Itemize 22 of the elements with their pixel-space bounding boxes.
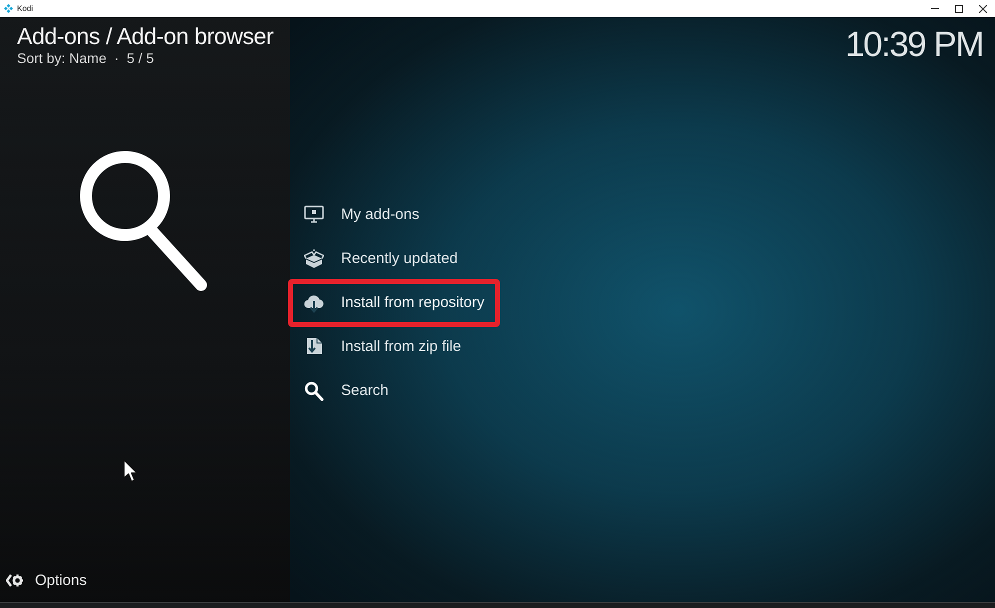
window-title: Kodi: [17, 4, 34, 12]
monitor-icon: [304, 205, 324, 225]
search-icon: [304, 381, 324, 401]
minimize-icon: [931, 8, 939, 9]
gear-icon: [6, 572, 23, 590]
close-icon: [979, 4, 987, 12]
menu-item[interactable]: Install from zip file: [288, 327, 500, 367]
clock: 10:39 PM: [845, 24, 983, 66]
menu-item[interactable]: Install from repository: [288, 279, 500, 327]
app-logo-icon: [4, 4, 13, 13]
mouse-pointer-icon: [123, 459, 138, 483]
cloud-download-icon: [304, 293, 324, 313]
menu-item[interactable]: Search: [288, 371, 500, 411]
options-button[interactable]: Options: [6, 570, 87, 592]
sort-info: Sort by: Name · 5 / 5: [17, 50, 154, 66]
maximize-icon: [955, 4, 963, 12]
open-box-icon: [304, 249, 324, 269]
zip-file-icon: [304, 337, 324, 357]
page-title: Add-ons / Add-on browser: [17, 22, 274, 50]
menu-item[interactable]: My add-ons: [288, 195, 500, 235]
menu-item[interactable]: Recently updated: [288, 239, 500, 279]
search-icon: [80, 151, 207, 292]
